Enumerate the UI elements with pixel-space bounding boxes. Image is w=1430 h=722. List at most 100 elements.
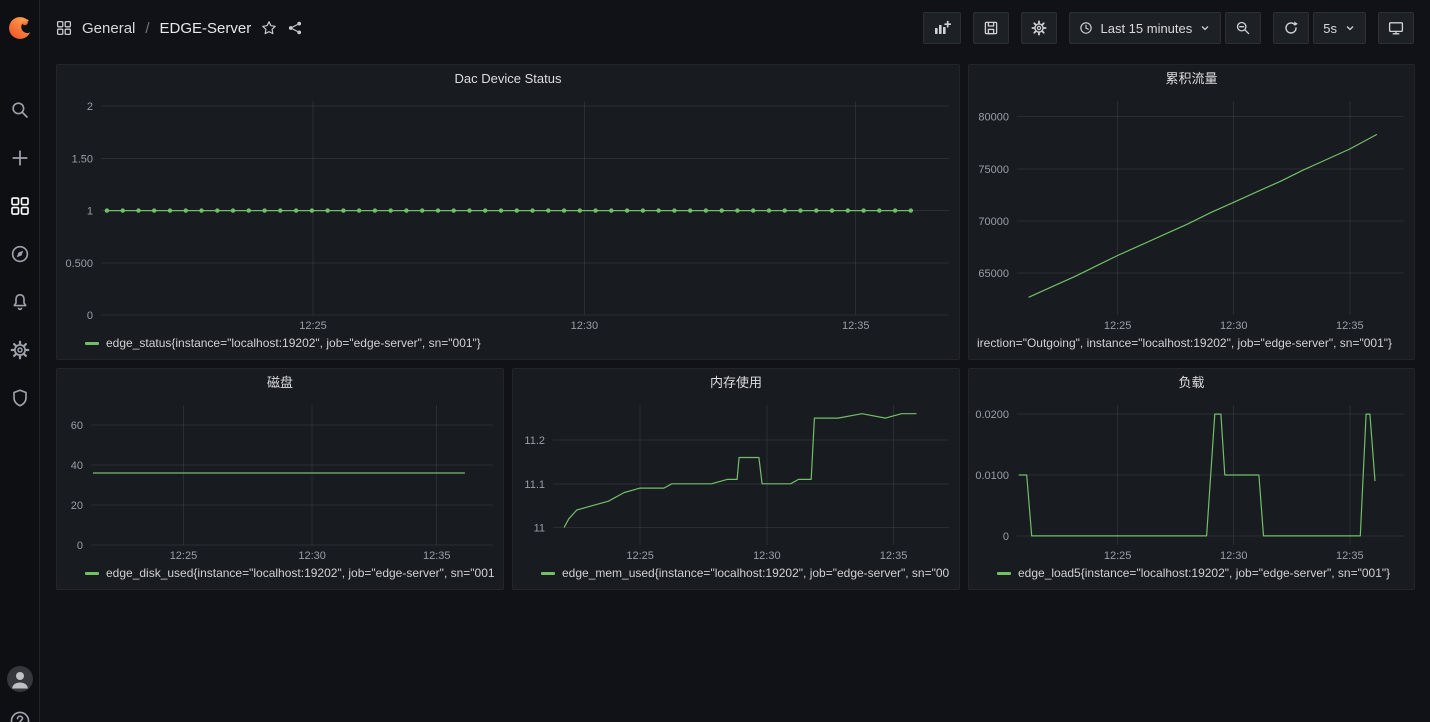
svg-text:12:30: 12:30 <box>1220 320 1248 332</box>
dashboard-settings-button[interactable] <box>1021 12 1057 44</box>
save-dashboard-button[interactable] <box>973 12 1009 44</box>
explore-compass-icon[interactable] <box>0 230 40 278</box>
tv-monitor-icon <box>1388 20 1404 36</box>
svg-text:12:35: 12:35 <box>842 320 870 332</box>
legend-item[interactable]: edge_disk_used{instance="localhost:19202… <box>57 563 503 589</box>
grafana-logo-icon <box>6 14 34 42</box>
panel-title[interactable]: 累积流量 <box>969 65 1414 91</box>
series-color-swatch <box>85 572 99 575</box>
svg-text:12:35: 12:35 <box>880 550 908 562</box>
svg-text:65000: 65000 <box>978 268 1009 280</box>
breadcrumb-dashboard-title[interactable]: EDGE-Server <box>160 20 252 37</box>
breadcrumb-folder[interactable]: General <box>82 20 135 37</box>
add-panel-button[interactable] <box>923 12 961 44</box>
svg-text:2: 2 <box>87 101 93 113</box>
panel-cumulative-traffic: 累积流量 65000 70000 75000 80000 12:25 12:30 12:35… <box>968 64 1415 360</box>
svg-text:12:35: 12:35 <box>1336 320 1364 332</box>
time-range-picker[interactable]: Last 15 minutes <box>1069 12 1221 44</box>
svg-text:60: 60 <box>71 420 83 432</box>
sidebar-menu <box>0 86 39 422</box>
refresh-button[interactable] <box>1273 12 1309 44</box>
grafana-logo[interactable] <box>0 0 39 56</box>
series-color-swatch <box>85 342 99 345</box>
svg-text:20: 20 <box>71 500 83 512</box>
svg-text:0: 0 <box>87 310 93 322</box>
sidebar <box>0 0 40 722</box>
panel-title[interactable]: 负载 <box>969 369 1414 395</box>
search-icon[interactable] <box>0 86 40 134</box>
series-label: edge_mem_used{instance="localhost:19202"… <box>562 566 949 580</box>
svg-text:1: 1 <box>87 206 93 218</box>
svg-text:12:25: 12:25 <box>1104 550 1132 562</box>
settings-gear-icon <box>1031 20 1047 36</box>
top-navbar: General / EDGE-Server <box>40 0 1430 56</box>
configuration-gear-icon[interactable] <box>0 326 40 374</box>
traffic-chart[interactable]: 65000 70000 75000 80000 12:25 12:30 12:35 <box>969 91 1414 333</box>
load-chart[interactable]: 00.01000.020012:2512:3012:35 <box>969 395 1414 563</box>
svg-text:12:35: 12:35 <box>1336 550 1364 562</box>
svg-text:12:25: 12:25 <box>626 550 654 562</box>
zoom-out-icon <box>1235 20 1251 36</box>
svg-text:11.2: 11.2 <box>524 435 545 447</box>
server-admin-shield-icon[interactable] <box>0 374 40 422</box>
svg-text:70000: 70000 <box>978 216 1009 228</box>
panel-title[interactable]: 磁盘 <box>57 369 503 395</box>
svg-text:12:35: 12:35 <box>423 550 451 562</box>
time-range-label: Last 15 minutes <box>1100 21 1192 36</box>
panel-title[interactable]: Dac Device Status <box>57 65 959 91</box>
breadcrumb: General / EDGE-Server <box>56 20 303 37</box>
refresh-interval-dropdown[interactable]: 5s <box>1313 12 1366 44</box>
save-floppy-icon <box>983 20 999 36</box>
series-label: edge_disk_used{instance="localhost:19202… <box>106 566 495 580</box>
svg-text:80000: 80000 <box>978 112 1009 124</box>
svg-text:12:30: 12:30 <box>753 550 781 562</box>
svg-text:12:30: 12:30 <box>1220 550 1248 562</box>
legend-item[interactable]: irection="Outgoing", instance="localhost… <box>969 333 1414 359</box>
create-plus-icon[interactable] <box>0 134 40 182</box>
series-color-swatch <box>541 572 555 575</box>
svg-text:40: 40 <box>71 460 83 472</box>
svg-text:0: 0 <box>1003 531 1009 543</box>
dashboard-grid: Dac Device Status 0 0.500 1 1.50 2 12:25 12:30… <box>40 56 1430 722</box>
status-chart[interactable]: 0 0.500 1 1.50 2 12:25 12:30 12:35 <box>57 91 959 333</box>
clock-icon <box>1079 21 1093 35</box>
disk-chart[interactable]: 020406012:2512:3012:35 <box>57 395 503 563</box>
svg-text:12:25: 12:25 <box>299 320 327 332</box>
add-panel-icon <box>933 20 951 36</box>
chevron-down-icon <box>1344 22 1356 34</box>
share-icon[interactable] <box>287 20 303 36</box>
alerting-bell-icon[interactable] <box>0 278 40 326</box>
svg-text:12:25: 12:25 <box>1104 320 1132 332</box>
series-label: edge_load5{instance="localhost:19202", j… <box>1018 566 1390 580</box>
star-icon[interactable] <box>261 20 277 36</box>
panel-title[interactable]: 内存使用 <box>513 369 959 395</box>
panel-disk: 磁盘 020406012:2512:3012:35 edge_disk_used… <box>56 368 504 590</box>
panel-memory-usage: 内存使用 11 11.1 11.2 12:25 12:30 12:35 edge_mem_… <box>512 368 960 590</box>
svg-text:12:25: 12:25 <box>170 550 198 562</box>
legend-item[interactable]: edge_load5{instance="localhost:19202", j… <box>969 563 1414 589</box>
svg-text:0.0100: 0.0100 <box>975 470 1009 482</box>
svg-text:11: 11 <box>534 523 545 535</box>
cycle-view-mode-button[interactable] <box>1378 12 1414 44</box>
panel-dac-device-status: Dac Device Status 0 0.500 1 1.50 2 12:25 12:30… <box>56 64 960 360</box>
legend-item[interactable]: edge_status{instance="localhost:19202", … <box>57 333 959 359</box>
svg-text:12:30: 12:30 <box>571 320 599 332</box>
svg-text:75000: 75000 <box>978 164 1009 176</box>
help-icon[interactable] <box>9 710 31 722</box>
refresh-interval-label: 5s <box>1323 21 1337 36</box>
breadcrumb-separator: / <box>145 20 149 37</box>
refresh-icon <box>1283 20 1299 36</box>
navbar-actions: Last 15 minutes 5s <box>923 12 1414 44</box>
svg-text:1.50: 1.50 <box>72 153 93 165</box>
svg-text:0.500: 0.500 <box>65 258 93 270</box>
series-label: edge_status{instance="localhost:19202", … <box>106 336 481 350</box>
memory-chart[interactable]: 11 11.1 11.2 12:25 12:30 12:35 <box>513 395 959 563</box>
legend-item[interactable]: edge_mem_used{instance="localhost:19202"… <box>513 563 959 589</box>
series-label: irection="Outgoing", instance="localhost… <box>977 336 1392 350</box>
svg-text:12:30: 12:30 <box>298 550 326 562</box>
dashboards-grid-icon[interactable] <box>0 182 40 230</box>
zoom-out-button[interactable] <box>1225 12 1261 44</box>
apps-grid-icon[interactable] <box>56 20 72 36</box>
svg-text:11.1: 11.1 <box>524 479 545 491</box>
user-avatar[interactable] <box>7 666 33 692</box>
